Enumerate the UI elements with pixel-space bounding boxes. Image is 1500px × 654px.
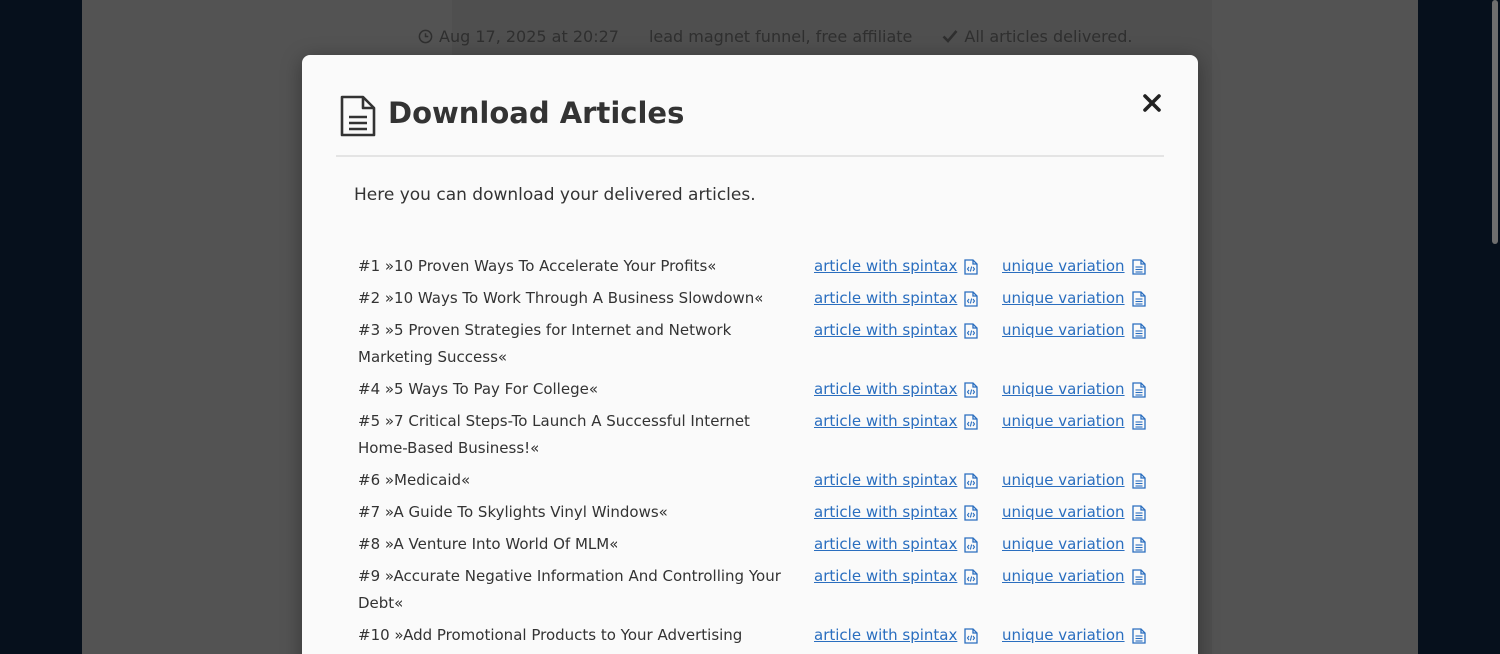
article-title: #10 »Add Promotional Products to Your Ad… (358, 626, 743, 654)
close-button[interactable] (1140, 91, 1164, 115)
meta-date: Aug 17, 2025 at 20:27 (418, 27, 619, 46)
variation-link-label[interactable]: unique variation (1002, 376, 1125, 403)
article-title: #4 »5 Ways To Pay For College« (358, 380, 599, 398)
text-file-icon[interactable] (1131, 472, 1146, 489)
meta-status-text: All articles delivered. (964, 26, 1133, 46)
article-with-spintax-link[interactable]: article with spintax (814, 376, 979, 403)
article-list: #1 »10 Proven Ways To Accelerate Your Pr… (358, 253, 1148, 654)
article-with-spintax-link[interactable]: article with spintax (814, 408, 979, 435)
code-file-icon[interactable] (964, 381, 979, 398)
article-row: #3 »5 Proven Strategies for Internet and… (358, 317, 1148, 376)
variation-link-label[interactable]: unique variation (1002, 408, 1125, 435)
background-meta-bar: Aug 17, 2025 at 20:27 lead magnet funnel… (418, 24, 1162, 48)
code-file-icon[interactable] (964, 290, 979, 307)
unique-variation-link[interactable]: unique variation (1002, 253, 1146, 280)
article-title: #7 »A Guide To Skylights Vinyl Windows« (358, 503, 668, 521)
variation-link-label[interactable]: unique variation (1002, 622, 1125, 649)
article-title: #3 »5 Proven Strategies for Internet and… (358, 321, 732, 366)
article-with-spintax-link[interactable]: article with spintax (814, 563, 979, 590)
text-file-icon[interactable] (1131, 290, 1146, 307)
code-file-icon[interactable] (964, 504, 979, 521)
text-file-icon[interactable] (1131, 413, 1146, 430)
article-with-spintax-link[interactable]: article with spintax (814, 467, 979, 494)
article-row: #2 »10 Ways To Work Through A Business S… (358, 285, 1148, 317)
spintax-link-label[interactable]: article with spintax (814, 622, 957, 649)
unique-variation-link[interactable]: unique variation (1002, 317, 1146, 344)
variation-link-label[interactable]: unique variation (1002, 285, 1125, 312)
meta-keywords-text: lead magnet funnel, free affiliate (648, 26, 913, 46)
modal-intro-text: Here you can download your delivered art… (354, 185, 756, 205)
article-title: #8 »A Venture Into World Of MLM« (358, 535, 619, 553)
unique-variation-link[interactable]: unique variation (1002, 622, 1146, 649)
variation-link-label[interactable]: unique variation (1002, 531, 1125, 558)
spintax-link-label[interactable]: article with spintax (814, 467, 957, 494)
spintax-link-label[interactable]: article with spintax (814, 317, 957, 344)
article-row: #6 »Medicaid« article with spintax uniqu… (358, 467, 1148, 499)
spintax-link-label[interactable]: article with spintax (814, 563, 957, 590)
code-file-icon[interactable] (964, 322, 979, 339)
article-with-spintax-link[interactable]: article with spintax (814, 622, 979, 649)
code-file-icon[interactable] (964, 627, 979, 644)
unique-variation-link[interactable]: unique variation (1002, 467, 1146, 494)
unique-variation-link[interactable]: unique variation (1002, 531, 1146, 558)
variation-link-label[interactable]: unique variation (1002, 253, 1125, 280)
article-title: #5 »7 Critical Steps-To Launch A Success… (358, 412, 750, 457)
article-row: #4 »5 Ways To Pay For College« article w… (358, 376, 1148, 408)
close-icon[interactable] (1140, 91, 1164, 115)
article-row: #5 »7 Critical Steps-To Launch A Success… (358, 408, 1148, 467)
code-file-icon[interactable] (964, 258, 979, 275)
text-file-icon[interactable] (1131, 322, 1146, 339)
page-scrollbar[interactable] (1492, 0, 1498, 244)
unique-variation-link[interactable]: unique variation (1002, 563, 1146, 590)
article-title: #9 »Accurate Negative Information And Co… (358, 567, 781, 612)
article-title: #2 »10 Ways To Work Through A Business S… (358, 289, 764, 307)
article-row: #10 »Add Promotional Products to Your Ad… (358, 622, 1148, 654)
meta-date-text: Aug 17, 2025 at 20:27 (439, 26, 619, 46)
code-file-icon[interactable] (964, 568, 979, 585)
text-file-icon[interactable] (1131, 258, 1146, 275)
text-file-icon[interactable] (1131, 568, 1146, 585)
code-file-icon[interactable] (964, 472, 979, 489)
article-with-spintax-link[interactable]: article with spintax (814, 317, 979, 344)
variation-link-label[interactable]: unique variation (1002, 317, 1125, 344)
unique-variation-link[interactable]: unique variation (1002, 408, 1146, 435)
article-with-spintax-link[interactable]: article with spintax (814, 531, 979, 558)
article-with-spintax-link[interactable]: article with spintax (814, 285, 979, 312)
article-row: #1 »10 Proven Ways To Accelerate Your Pr… (358, 253, 1148, 285)
unique-variation-link[interactable]: unique variation (1002, 499, 1146, 526)
text-file-icon[interactable] (1131, 504, 1146, 521)
text-file-icon[interactable] (1131, 381, 1146, 398)
spintax-link-label[interactable]: article with spintax (814, 376, 957, 403)
unique-variation-link[interactable]: unique variation (1002, 376, 1146, 403)
meta-status: All articles delivered. (942, 27, 1132, 46)
modal-header: Download Articles (336, 93, 1164, 157)
unique-variation-link[interactable]: unique variation (1002, 285, 1146, 312)
spintax-link-label[interactable]: article with spintax (814, 285, 957, 312)
modal-title: Download Articles (388, 96, 685, 130)
text-file-icon[interactable] (1131, 627, 1146, 644)
variation-link-label[interactable]: unique variation (1002, 563, 1125, 590)
spintax-link-label[interactable]: article with spintax (814, 253, 957, 280)
article-with-spintax-link[interactable]: article with spintax (814, 253, 979, 280)
text-file-icon[interactable] (1131, 536, 1146, 553)
article-title: #1 »10 Proven Ways To Accelerate Your Pr… (358, 257, 717, 275)
clock-icon (418, 29, 433, 43)
article-row: #8 »A Venture Into World Of MLM« article… (358, 531, 1148, 563)
spintax-link-label[interactable]: article with spintax (814, 531, 957, 558)
article-title: #6 »Medicaid« (358, 471, 471, 489)
article-row: #7 »A Guide To Skylights Vinyl Windows« … (358, 499, 1148, 531)
spintax-link-label[interactable]: article with spintax (814, 499, 957, 526)
variation-link-label[interactable]: unique variation (1002, 467, 1125, 494)
spintax-link-label[interactable]: article with spintax (814, 408, 957, 435)
article-row: #9 »Accurate Negative Information And Co… (358, 563, 1148, 622)
download-articles-modal: Download Articles Here you can download … (302, 55, 1198, 654)
document-icon (340, 95, 376, 137)
meta-keywords: lead magnet funnel, free affiliate (649, 27, 912, 46)
variation-link-label[interactable]: unique variation (1002, 499, 1125, 526)
code-file-icon[interactable] (964, 536, 979, 553)
code-file-icon[interactable] (964, 413, 979, 430)
check-icon (942, 30, 958, 43)
article-with-spintax-link[interactable]: article with spintax (814, 499, 979, 526)
